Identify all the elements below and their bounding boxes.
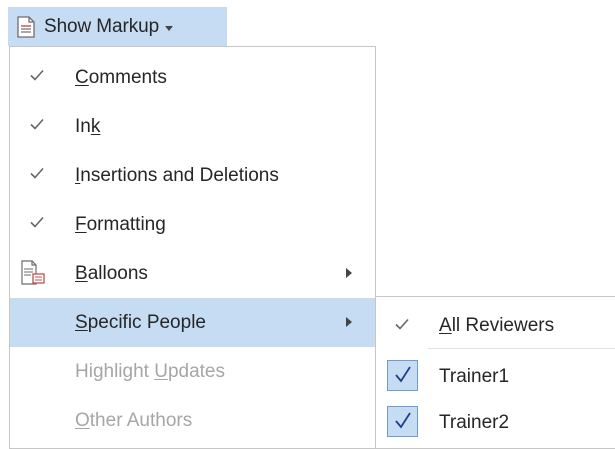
checkmark-icon (30, 118, 44, 130)
menu-item-label: Specific People (75, 311, 206, 333)
menu-item-highlight-updates: Highlight Updates (10, 347, 375, 396)
checkmark-icon (30, 216, 44, 228)
word-review-ui: Show Markup Comments Ink Insertions and … (0, 0, 615, 449)
checkmark-icon (395, 366, 411, 383)
menu-item-label: Ink (75, 115, 101, 137)
menu-item-ink[interactable]: Ink (10, 102, 375, 151)
menu-item-comments[interactable]: Comments (10, 53, 375, 102)
submenu-item-label: Trainer1 (439, 365, 510, 387)
submenu-arrow-icon (346, 317, 352, 327)
checkbox-checked[interactable] (387, 360, 418, 391)
menu-item-label: Comments (75, 66, 167, 88)
menu-item-label: Highlight Updates (75, 360, 225, 382)
menu-item-label: Balloons (75, 262, 148, 284)
menu-item-insertions-deletions[interactable]: Insertions and Deletions (10, 151, 375, 200)
submenu-item-label: Trainer2 (439, 411, 510, 433)
menu-item-label: Other Authors (75, 409, 193, 431)
menu-item-label: Formatting (75, 213, 166, 235)
checkbox-checked[interactable] (387, 406, 418, 437)
show-markup-button[interactable]: Show Markup (8, 7, 227, 46)
balloons-icon (21, 260, 45, 285)
submenu-item-all-reviewers[interactable]: All Reviewers (376, 301, 615, 350)
document-icon (17, 15, 35, 38)
checkmark-icon (395, 412, 411, 429)
checkmark-icon (30, 69, 44, 81)
submenu-item-label: All Reviewers (439, 314, 555, 336)
show-markup-label: Show Markup (44, 15, 160, 37)
checkmark-icon (30, 167, 44, 179)
menu-item-balloons[interactable]: Balloons (10, 249, 375, 298)
menu-item-other-authors: Other Authors (10, 396, 375, 445)
checkmark-icon (395, 318, 409, 330)
submenu-item-trainer2[interactable]: Trainer2 (376, 398, 615, 447)
menu-item-specific-people[interactable]: Specific People (10, 298, 375, 347)
menu-item-formatting[interactable]: Formatting (10, 200, 375, 249)
menu-item-label: Insertions and Deletions (75, 164, 279, 186)
submenu-item-trainer1[interactable]: Trainer1 (376, 352, 615, 401)
chevron-down-icon (165, 25, 174, 31)
submenu-arrow-icon (346, 268, 352, 278)
show-markup-menu: Comments Ink Insertions and Deletions Fo… (9, 46, 376, 449)
specific-people-submenu: All Reviewers Trainer1 Trainer2 (375, 296, 615, 449)
menu-separator (428, 348, 615, 349)
